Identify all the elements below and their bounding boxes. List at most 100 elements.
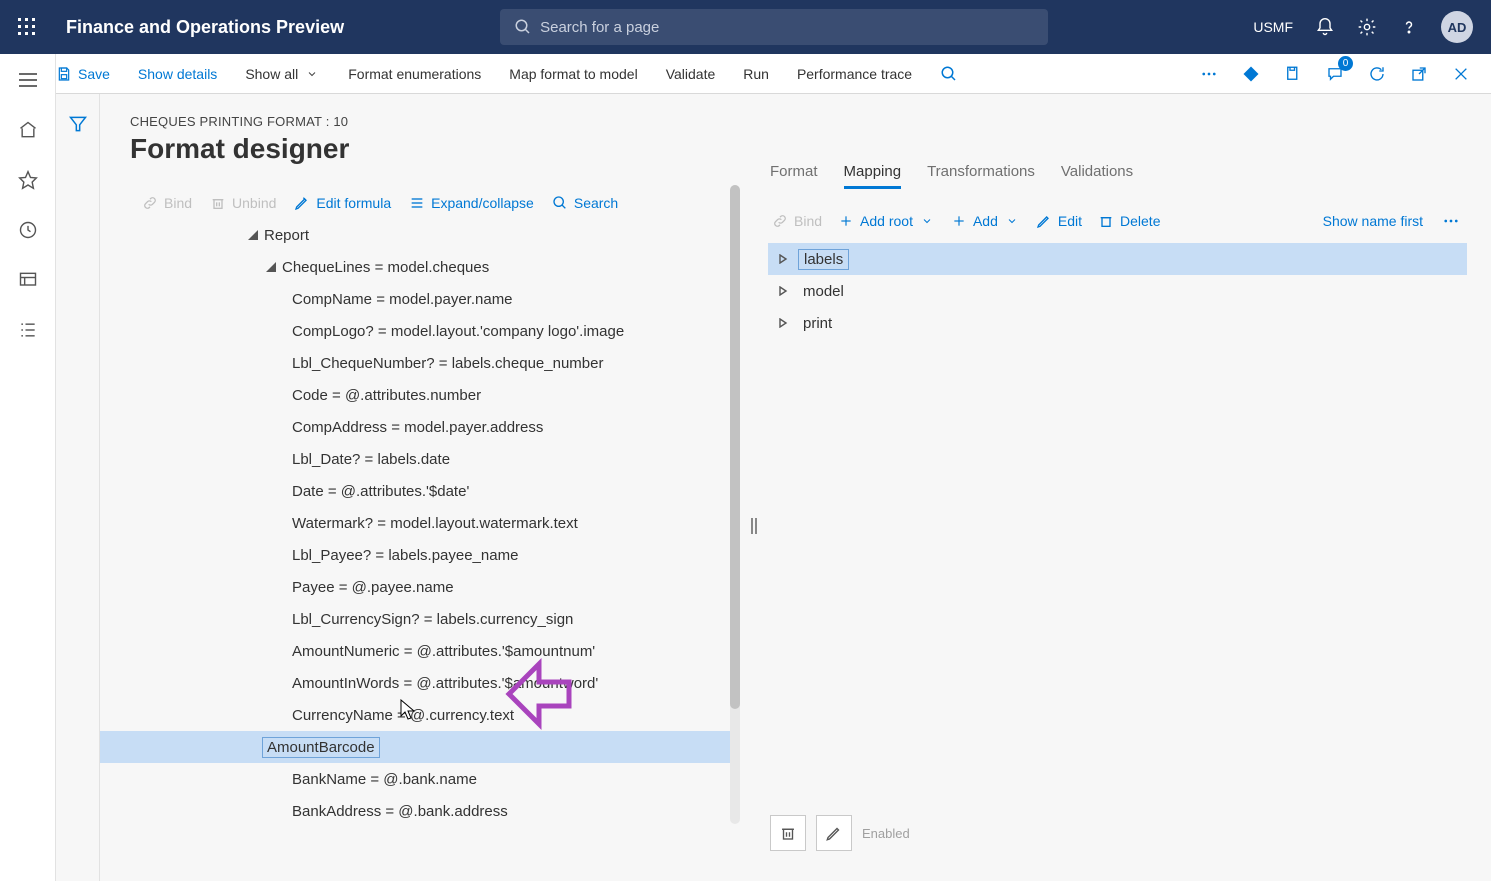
tree-node[interactable]: Lbl_CurrencySign? = labels.currency_sign [130,603,740,635]
expand-icon[interactable] [778,254,798,264]
bell-icon[interactable] [1315,17,1335,37]
refresh-icon[interactable] [1365,62,1389,86]
tree-node[interactable]: CompName = model.payer.name [130,283,740,315]
tree-node-label: Code = @.attributes.number [292,387,481,404]
tree-node[interactable]: Lbl_ChequeNumber? = labels.cheque_number [130,347,740,379]
tree-node-chequelines[interactable]: ChequeLines = model.cheques [130,251,740,283]
app-launcher-icon[interactable] [10,10,44,44]
performance-trace-button[interactable]: Performance trace [797,66,912,82]
hamburger-icon[interactable] [16,68,40,92]
validate-button[interactable]: Validate [666,66,716,82]
tab-validations[interactable]: Validations [1061,163,1133,189]
edit-formula-button[interactable]: Edit formula [294,195,391,211]
cmd-search-button[interactable] [940,65,958,83]
ds-label: print [798,314,837,333]
global-search[interactable] [500,9,1048,45]
tree-node[interactable]: AmountBarcode [100,731,740,763]
tree-search-button[interactable]: Search [552,195,618,211]
list-icon [409,195,425,211]
show-details-button[interactable]: Show details [138,66,217,82]
expand-icon[interactable] [778,318,798,328]
page-title: Format designer [130,133,1461,165]
close-icon[interactable] [1449,62,1473,86]
collapse-icon[interactable] [242,230,264,240]
ds-label: labels [798,249,849,270]
ds-row[interactable]: model [768,275,1467,307]
tree-node-label: BankAddress = @.bank.address [292,803,508,820]
tree-node-label: Payee = @.payee.name [292,579,454,596]
ds-row[interactable]: labels [768,243,1467,275]
filter-icon[interactable] [68,114,88,881]
tree-node-label: CompLogo? = model.layout.'company logo'.… [292,323,624,340]
scrollbar[interactable] [730,185,740,824]
clock-icon[interactable] [16,218,40,242]
delete-square-button[interactable] [770,815,806,851]
chevron-down-icon [1004,213,1020,229]
edit-button[interactable]: Edit [1036,213,1082,229]
delete-button[interactable]: Delete [1098,213,1160,229]
run-button[interactable]: Run [743,66,769,82]
global-search-input[interactable] [540,19,1034,36]
tree-node[interactable]: Lbl_Payee? = labels.payee_name [130,539,740,571]
rbind-button: Bind [772,213,822,229]
tab-mapping[interactable]: Mapping [844,163,902,189]
company-code[interactable]: USMF [1253,19,1293,35]
tree-node-label: CompName = model.payer.name [292,291,513,308]
save-label: Save [78,66,110,82]
pencil-icon [1036,213,1052,229]
tree-node-label: Lbl_Payee? = labels.payee_name [292,547,518,564]
search-icon [514,18,532,36]
tree-node[interactable]: Date = @.attributes.'$date' [130,475,740,507]
collapse-icon[interactable] [260,262,282,272]
tree-node-label: Date = @.attributes.'$date' [292,483,469,500]
add-button[interactable]: Add [951,213,1020,229]
show-name-first-button[interactable]: Show name first [1323,213,1423,229]
tree-node[interactable]: BankName = @.bank.name [130,763,740,795]
attach-icon[interactable] [1281,62,1305,86]
tree-node-label: Watermark? = model.layout.watermark.text [292,515,578,532]
show-all-button[interactable]: Show all [245,66,320,82]
save-button[interactable]: Save [56,66,110,82]
tree-node-report[interactable]: Report [130,219,740,251]
tree-node[interactable]: Lbl_Date? = labels.date [130,443,740,475]
map-format-model-button[interactable]: Map format to model [509,66,637,82]
show-all-label: Show all [245,66,298,82]
trash-icon [1098,213,1114,229]
unbind-button: Unbind [210,195,276,211]
tree-node-label: Lbl_CurrencySign? = labels.currency_sign [292,611,573,628]
home-icon[interactable] [16,118,40,142]
tree-node[interactable]: CurrencyName = @.currency.text [130,699,740,731]
workspace-icon[interactable] [16,268,40,292]
tree-node[interactable]: AmountNumeric = @.attributes.'$amountnum… [130,635,740,667]
chevron-down-icon [919,213,935,229]
modules-icon[interactable] [16,318,40,342]
tab-transformations[interactable]: Transformations [927,163,1035,189]
tree-node[interactable]: CompLogo? = model.layout.'company logo'.… [130,315,740,347]
help-icon[interactable] [1399,17,1419,37]
star-icon[interactable] [16,168,40,192]
tree-node-label: AmountNumeric = @.attributes.'$amountnum… [292,643,595,660]
tree-node-label: BankName = @.bank.name [292,771,477,788]
edit-square-button[interactable] [816,815,852,851]
add-root-button[interactable]: Add root [838,213,935,229]
tree-node[interactable]: Watermark? = model.layout.watermark.text [130,507,740,539]
more-icon[interactable] [1197,62,1221,86]
tree-node[interactable]: Payee = @.payee.name [130,571,740,603]
avatar[interactable]: AD [1441,11,1473,43]
rmore-icon[interactable] [1439,209,1463,233]
expand-collapse-button[interactable]: Expand/collapse [409,195,534,211]
ds-row[interactable]: print [768,307,1467,339]
messages-icon[interactable]: 0 [1323,62,1347,86]
expand-icon[interactable] [778,286,798,296]
tree-node[interactable]: Code = @.attributes.number [130,379,740,411]
popout-icon[interactable] [1407,62,1431,86]
format-enumerations-button[interactable]: Format enumerations [348,66,481,82]
gear-icon[interactable] [1357,17,1377,37]
tree-node[interactable]: CompAddress = model.payer.address [130,411,740,443]
tree-node[interactable]: BankAddress = @.bank.address [130,795,740,827]
connector-icon[interactable] [1239,62,1263,86]
tab-format[interactable]: Format [770,163,818,189]
search-icon [552,195,568,211]
splitter-handle-icon[interactable] [749,516,759,536]
tree-node[interactable]: AmountInWords = @.attributes.'$amountwor… [130,667,740,699]
